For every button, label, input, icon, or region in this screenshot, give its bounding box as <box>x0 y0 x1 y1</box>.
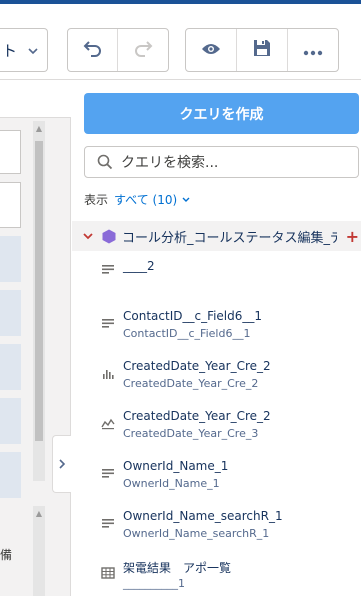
table-icon <box>101 565 115 579</box>
field-label: ____2 <box>123 259 155 273</box>
undo-icon <box>83 39 103 61</box>
field-label: ContactID__c_Field6__1 <box>123 309 263 323</box>
field-label: OwnerId_Name_1 <box>123 459 229 473</box>
create-query-button[interactable]: クエリを作成 <box>84 93 359 134</box>
scroll-up-arrow-icon[interactable]: ▲ <box>33 123 45 135</box>
field-api-name: ContactID__c_Field6__1 <box>123 327 251 340</box>
dimension-icon <box>101 315 115 329</box>
redo-button[interactable] <box>118 29 168 71</box>
field-label: CreatedDate_Year_Cre_2 <box>123 409 271 423</box>
canvas-widget[interactable] <box>0 452 21 498</box>
canvas-widget[interactable] <box>0 130 21 174</box>
canvas-header <box>0 81 71 118</box>
dimension-icon <box>101 261 115 275</box>
search-icon <box>97 154 113 170</box>
dashboard-canvas: ▲ ▲ 備 <box>0 81 71 596</box>
query-panel: クエリを作成 クエリを検索... 表示 すべて (10) コール分析_コールステ… <box>72 81 361 596</box>
field-list-item[interactable]: OwnerId_Name_1 OwnerId_Name_1 <box>72 457 361 507</box>
toolbar: ト <box>0 4 361 80</box>
field-label: CreatedDate_Year_Cre_2 <box>123 359 271 373</box>
save-icon <box>253 39 271 61</box>
filter-prefix: 表示 <box>84 193 109 207</box>
chevron-down-icon <box>27 43 39 61</box>
chevron-down-icon <box>82 231 94 241</box>
dimension-icon <box>101 465 115 479</box>
filter-dropdown[interactable]: すべて (10) <box>114 191 177 208</box>
view-dropdown[interactable]: ト <box>0 28 48 72</box>
field-api-name: CreatedDate_Year_Cre_3 <box>123 427 259 440</box>
undo-button[interactable] <box>68 29 118 71</box>
field-label: OwnerId_Name_searchR_1 <box>123 509 283 523</box>
search-placeholder: クエリを検索... <box>121 155 219 171</box>
hexagon-icon <box>102 229 116 244</box>
canvas-widget[interactable] <box>0 182 21 228</box>
canvas-widget[interactable] <box>0 398 21 444</box>
field-list-item[interactable]: CreatedDate_Year_Cre_2 CreatedDate_Year_C… <box>72 357 361 407</box>
field-list-item[interactable]: OwnerId_Name_searchR_1 OwnerId_Name_searc… <box>72 507 361 557</box>
save-button[interactable] <box>237 29 288 71</box>
canvas-scrollbar[interactable]: ▲ <box>33 121 45 481</box>
dimension-icon <box>101 515 115 529</box>
more-icon <box>303 41 323 60</box>
redo-icon <box>133 39 153 61</box>
field-api-name: __________1 <box>123 577 185 590</box>
field-list-item[interactable]: ContactID__c_Field6__1 ContactID__c_Field… <box>72 307 361 357</box>
scroll-up-arrow-icon[interactable]: ▲ <box>33 508 45 520</box>
canvas-widget[interactable] <box>0 236 21 282</box>
collapse-panel-button[interactable] <box>52 435 71 493</box>
field-api-name: OwnerId_Name_1 <box>123 477 220 490</box>
canvas-widget[interactable] <box>0 290 21 336</box>
view-dropdown-label: ト <box>2 41 18 60</box>
query-search-input[interactable]: クエリを検索... <box>84 146 359 178</box>
canvas-widget[interactable] <box>0 344 21 390</box>
chevron-down-icon <box>181 195 191 205</box>
field-list-item[interactable]: ____2 <box>72 257 361 307</box>
field-list-item[interactable]: 架電結果 アポ一覧 __________1 <box>72 557 361 596</box>
field-label: 架電結果 アポ一覧 <box>123 561 232 575</box>
actions-button-group <box>185 28 339 72</box>
canvas-scrollbar-lower[interactable]: ▲ <box>33 506 45 596</box>
field-api-name: OwnerId_Name_searchR_1 <box>123 527 270 540</box>
more-button[interactable] <box>288 29 338 71</box>
canvas-text-fragment: 備 <box>0 548 13 562</box>
field-api-name: CreatedDate_Year_Cre_2 <box>123 377 259 390</box>
app-window: ト ▲ ▲ 備 クエリを作成 クエリを検索... 表示 すべて (10) コール… <box>0 0 361 596</box>
scroll-thumb[interactable] <box>35 141 43 441</box>
preview-button[interactable] <box>186 29 237 71</box>
query-group-header[interactable]: コール分析_コールステータス編集_デモ + <box>72 221 361 251</box>
bar-chart-icon <box>101 365 115 379</box>
history-button-group <box>67 28 169 72</box>
line-chart-icon <box>101 415 115 430</box>
query-group-title: コール分析_コールステータス編集_デモ <box>122 230 337 246</box>
field-list-item[interactable]: CreatedDate_Year_Cre_2 CreatedDate_Year_C… <box>72 407 361 457</box>
chevron-right-icon <box>58 455 66 474</box>
filter-row: 表示 すべて (10) <box>84 191 191 208</box>
eye-icon <box>201 41 221 60</box>
add-icon[interactable]: + <box>346 227 359 246</box>
